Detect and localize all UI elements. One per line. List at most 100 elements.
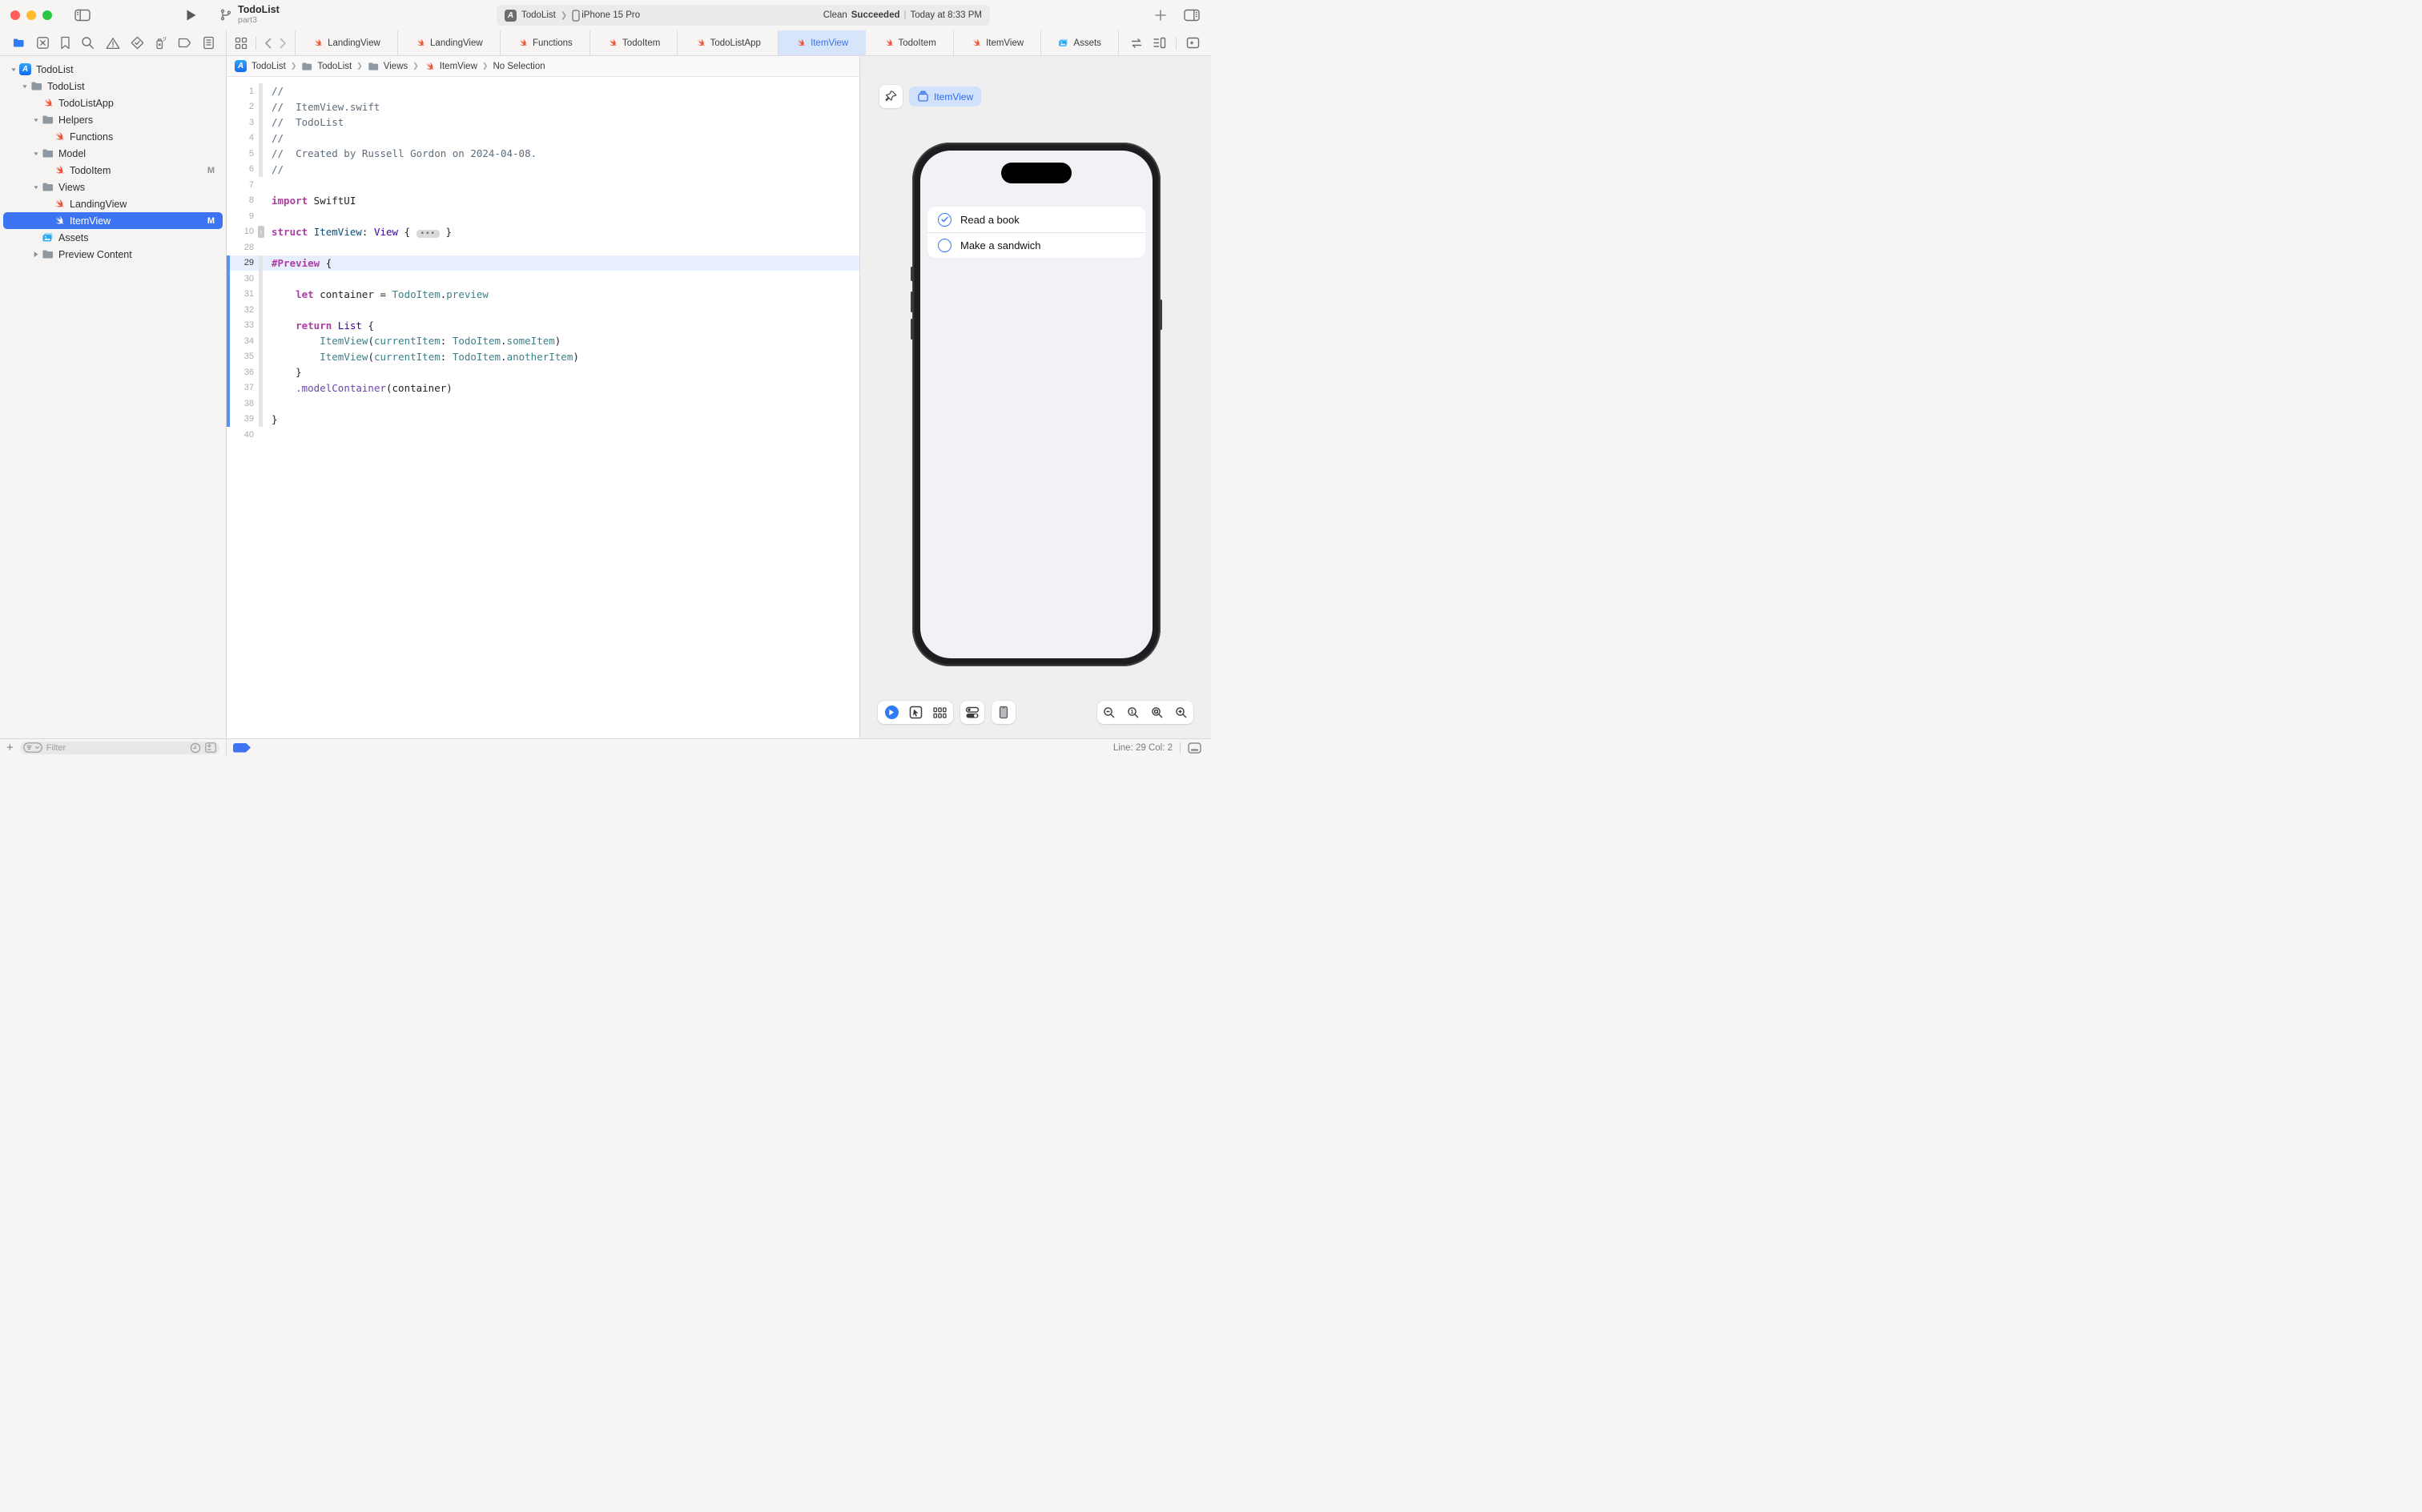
line-number[interactable]: 33 [230,320,257,330]
code-line-35[interactable]: 35 ItemView(currentItem: TodoItem.anothe… [227,348,859,364]
variants-button[interactable] [927,701,952,724]
disclosure-down-icon[interactable]: ▼ [8,66,19,72]
disclosure-down-icon[interactable]: ▼ [19,83,30,89]
line-number[interactable]: 6 [230,164,257,174]
sidebar-item-model[interactable]: ▼ Model [3,145,223,162]
checked-circle-icon[interactable] [938,212,952,227]
line-number[interactable]: 34 [230,336,257,346]
recent-files-icon[interactable] [190,742,201,754]
spray-navigator-icon[interactable] [155,36,167,50]
back-icon[interactable] [264,38,272,49]
tab-assets[interactable]: Assets [1041,30,1120,55]
sidebar-item-itemview[interactable]: ItemView M [3,212,223,229]
disclosure-right-icon[interactable]: ▶ [32,250,40,259]
close-window-button[interactable] [10,10,20,20]
code-line-2[interactable]: 2 // ItemView.swift [227,99,859,115]
device-settings-button[interactable] [960,701,984,724]
line-number[interactable]: 40 [230,430,257,440]
toggle-inspector-icon[interactable] [1184,9,1200,22]
minimize-window-button[interactable] [26,10,36,20]
code-line-32[interactable]: 32 [227,302,859,318]
line-number[interactable]: 35 [230,352,257,361]
add-tab-icon[interactable] [1155,10,1166,21]
zoom-window-button[interactable] [42,10,52,20]
line-number[interactable]: 4 [230,133,257,143]
disclosure-down-icon[interactable]: ▼ [30,184,42,190]
preview-target-chip[interactable]: ItemView [909,86,982,107]
code-line-38[interactable]: 38 [227,396,859,412]
tag-navigator-icon[interactable] [178,37,192,49]
code-line-34[interactable]: 34 ItemView(currentItem: TodoItem.someIt… [227,333,859,349]
sidebar-item-todolistapp[interactable]: TodoListApp [3,94,223,111]
selectable-preview-button[interactable] [903,701,927,724]
disclosure-down-icon[interactable]: ▼ [30,117,42,123]
code-line-30[interactable]: 30 [227,271,859,287]
code-line-28[interactable]: 28 [227,239,859,255]
breadcrumb-todolist[interactable]: TodoList [301,61,352,72]
preview-device-button[interactable] [992,701,1016,724]
add-file-button[interactable]: + [6,742,14,754]
scheme-bar[interactable]: A TodoList ❯ iPhone 15 Pro Clean Succeed… [497,5,990,26]
zoom-fit-icon[interactable] [1145,701,1169,724]
sidebar-item-helpers[interactable]: ▼ Helpers [3,111,223,128]
source-code[interactable]: 1 // 2 // ItemView.swift 3 // TodoList 4 // 5 // … [227,77,859,738]
tab-landingview[interactable]: LandingView [398,30,501,55]
code-line-6[interactable]: 6 // [227,161,859,177]
line-number[interactable]: 31 [230,289,257,299]
zoom-in-icon[interactable] [1169,701,1193,724]
code-line-40[interactable]: 40 [227,427,859,443]
pin-preview-button[interactable] [879,85,903,108]
sidebar-item-todoitem[interactable]: TodoItem M [3,162,223,179]
tab-todolistapp[interactable]: TodoListApp [678,30,779,55]
disclosure-down-icon[interactable]: ▼ [30,151,42,156]
minimap-icon[interactable] [1153,37,1166,49]
tab-itemview[interactable]: ItemView [778,30,867,55]
tab-itemview[interactable]: ItemView [954,30,1042,55]
sidebar-item-preview-content[interactable]: ▶ Preview Content [3,246,223,263]
breadcrumb-itemview[interactable]: ItemView [424,61,477,72]
zoom-100-icon[interactable]: 1 [1121,701,1145,724]
line-number[interactable]: 36 [230,368,257,377]
sidebar-item-landingview[interactable]: LandingView [3,195,223,212]
live-preview-button[interactable] [879,701,903,724]
forward-icon[interactable] [280,38,287,49]
line-number[interactable]: 39 [230,414,257,424]
filter-menu-icon[interactable] [22,742,42,753]
add-editor-icon[interactable] [1186,37,1200,49]
run-button[interactable] [185,9,197,22]
breadcrumb-views[interactable]: Views [368,61,408,72]
line-number[interactable]: 10 [230,227,257,236]
sidebar-item-functions[interactable]: Functions [3,128,223,145]
line-number[interactable]: 32 [230,305,257,315]
code-line-5[interactable]: 5 // Created by Russell Gordon on 2024-04… [227,146,859,162]
zoom-out-icon[interactable] [1097,701,1121,724]
check-diamond-navigator-icon[interactable] [131,36,144,50]
line-number[interactable]: 37 [230,383,257,392]
line-number[interactable]: 3 [230,118,257,127]
sidebar-item-todolist[interactable]: ▼ A TodoList [3,61,223,78]
tab-landingview[interactable]: LandingView [295,30,398,55]
scheme-device[interactable]: iPhone 15 Pro [581,10,640,20]
bookmark-navigator-icon[interactable] [60,36,70,50]
line-number[interactable]: 9 [230,211,257,221]
tab-todoitem[interactable]: TodoItem [590,30,678,55]
todo-item-row[interactable]: Read a book [927,207,1145,232]
breadcrumb-no-selection[interactable]: No Selection [493,62,545,71]
line-number[interactable]: 1 [230,86,257,96]
toggle-navigator-icon[interactable] [74,9,91,22]
line-number[interactable]: 8 [230,195,257,205]
breadcrumb-todolist[interactable]: A TodoList [235,60,286,72]
line-number[interactable]: 2 [230,102,257,111]
code-line-29[interactable]: 29 #Preview { [227,255,859,271]
source-control-filter-icon[interactable] [205,742,216,753]
code-line-8[interactable]: 8 import SwiftUI [227,193,859,209]
code-line-10[interactable]: 10 › struct ItemView: View { ••• } [227,224,859,240]
warning-navigator-icon[interactable] [106,37,120,50]
code-line-39[interactable]: 39} [227,411,859,427]
tab-functions[interactable]: Functions [501,30,590,55]
code-line-31[interactable]: 31 let container = TodoItem.preview [227,286,859,302]
code-line-9[interactable]: 9 [227,208,859,224]
sidebar-item-views[interactable]: ▼ Views [3,179,223,195]
folder-navigator-icon[interactable] [11,37,26,49]
fold-marker[interactable]: › [257,224,265,240]
